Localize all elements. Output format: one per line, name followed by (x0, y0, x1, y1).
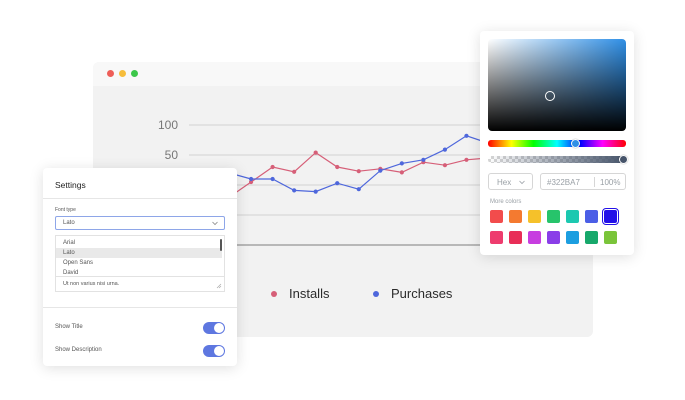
legend-item-installs[interactable]: Installs (271, 286, 329, 301)
font-option-arial[interactable]: Arial (56, 238, 222, 248)
data-point-purchases[interactable] (464, 133, 469, 138)
show-title-label: Show Title (55, 324, 83, 330)
data-point-installs[interactable] (442, 163, 448, 168)
data-point-purchases[interactable] (313, 189, 318, 194)
data-point-purchases[interactable] (356, 187, 361, 192)
hue-slider[interactable] (488, 139, 626, 148)
hue-handle[interactable] (571, 139, 580, 148)
purchases-legend-swatch (373, 290, 379, 297)
color-swatch[interactable] (528, 210, 541, 223)
resize-grip-icon[interactable] (216, 283, 222, 289)
data-point-installs[interactable] (399, 170, 404, 175)
data-point-purchases[interactable] (378, 168, 383, 173)
toggle-knob (214, 323, 224, 333)
color-swatch[interactable] (604, 231, 617, 244)
divider (43, 307, 237, 308)
color-swatch[interactable] (509, 231, 522, 244)
data-point-purchases[interactable] (399, 161, 404, 166)
alpha-slider[interactable] (488, 155, 628, 164)
data-point-purchases[interactable] (270, 176, 275, 182)
chevron-down-icon (519, 180, 525, 185)
font-option-open-sans[interactable]: Open Sans (56, 258, 222, 268)
installs-legend-swatch (271, 290, 277, 297)
data-point-purchases[interactable] (421, 157, 426, 162)
data-point-purchases[interactable] (442, 147, 448, 152)
color-swatch[interactable] (585, 231, 598, 244)
color-swatch[interactable] (547, 210, 560, 223)
hex-value: #322BA7 (547, 178, 580, 187)
more-colors-label: More colors (490, 199, 522, 205)
legend-label-installs: Installs (289, 286, 330, 301)
color-swatch[interactable] (585, 210, 598, 223)
show-title-toggle[interactable] (203, 322, 225, 334)
data-point-installs[interactable] (292, 169, 297, 174)
chevron-down-icon (212, 221, 218, 226)
y-tick-label: 100 (158, 118, 178, 132)
color-swatch[interactable] (547, 231, 560, 244)
divider (43, 198, 237, 199)
font-type-label: Font type (55, 207, 76, 213)
color-format-select[interactable]: Hex (488, 173, 533, 190)
description-textarea[interactable]: Ut non varius nisi urna. (55, 276, 225, 292)
show-description-toggle[interactable] (203, 345, 225, 357)
color-swatch[interactable] (566, 231, 579, 244)
saturation-handle[interactable] (545, 91, 555, 101)
data-point-installs[interactable] (313, 150, 318, 155)
color-swatch[interactable] (528, 231, 541, 244)
color-swatch[interactable] (509, 210, 522, 223)
color-picker: Hex #322BA7 100% More colors (480, 31, 634, 255)
show-description-label: Show Description (55, 347, 102, 353)
data-point-installs[interactable] (270, 164, 275, 170)
data-point-installs[interactable] (335, 164, 340, 170)
font-type-select[interactable]: Lato (55, 216, 225, 230)
font-type-value: Lato (63, 220, 75, 226)
saturation-value-area[interactable] (488, 39, 626, 131)
toggle-knob (214, 346, 224, 356)
settings-panel: Settings Font type Lato Arial Lato Open … (43, 168, 237, 366)
legend-item-purchases[interactable]: Purchases (373, 286, 452, 301)
data-point-installs[interactable] (464, 157, 469, 162)
list-scrollbar[interactable] (220, 239, 222, 251)
color-swatch[interactable] (602, 208, 619, 225)
data-point-purchases[interactable] (335, 181, 340, 186)
data-point-purchases[interactable] (248, 176, 254, 182)
legend-label-purchases: Purchases (391, 286, 453, 301)
input-separator (594, 177, 595, 187)
description-text: Ut non varius nisi urna. (63, 281, 120, 287)
alpha-value: 100% (600, 178, 621, 187)
settings-title: Settings (55, 180, 86, 190)
y-tick-label: 50 (165, 148, 179, 162)
color-swatch[interactable] (490, 210, 503, 223)
color-swatch[interactable] (566, 210, 579, 223)
alpha-handle[interactable] (619, 155, 628, 164)
data-point-installs[interactable] (356, 169, 361, 174)
hex-input[interactable]: #322BA7 100% (540, 173, 626, 190)
font-option-lato[interactable]: Lato (56, 248, 222, 258)
color-format-value: Hex (497, 178, 512, 187)
data-point-purchases[interactable] (292, 188, 297, 193)
color-swatch[interactable] (490, 231, 503, 244)
